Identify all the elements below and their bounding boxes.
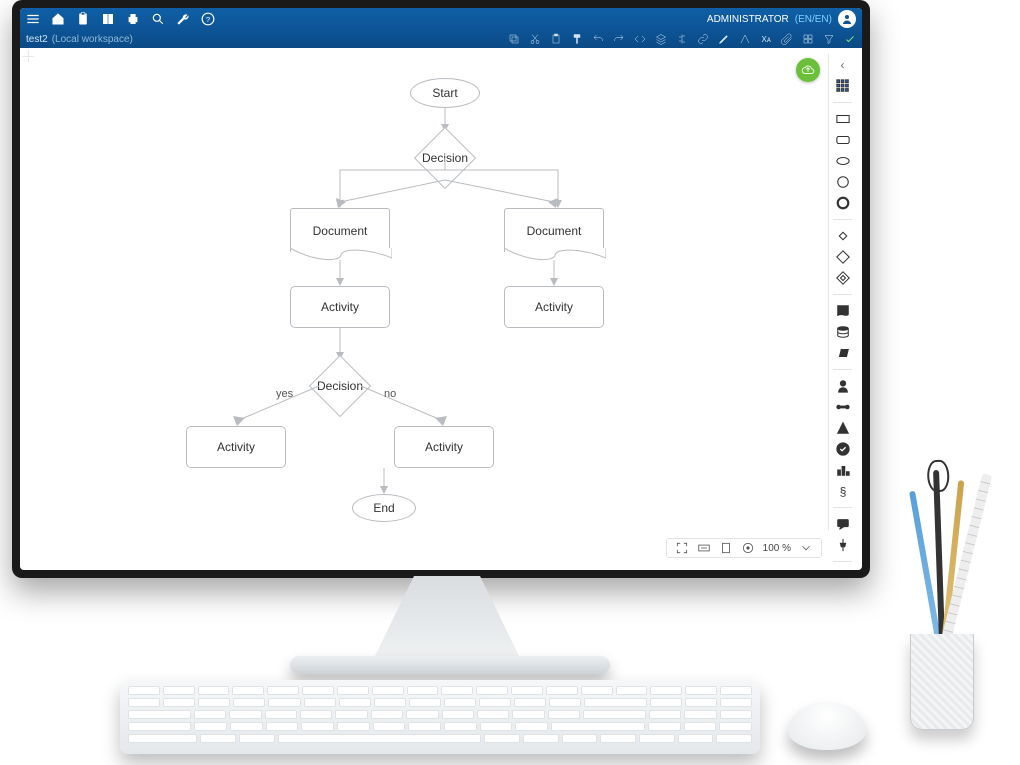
node-end[interactable]: End <box>352 494 416 522</box>
shape-connector-icon[interactable] <box>835 400 851 414</box>
node-activity-left[interactable]: Activity <box>290 286 390 328</box>
menu-icon[interactable] <box>26 12 40 26</box>
line-icon[interactable] <box>739 33 751 45</box>
shape-diamond-small-icon[interactable] <box>835 229 851 243</box>
search-icon[interactable] <box>151 12 165 26</box>
monitor-frame: ? ADMINISTRATOR (EN/EN) test2 (Local wor… <box>12 0 870 578</box>
text-icon[interactable]: Xᴀ <box>760 33 772 45</box>
book-icon[interactable] <box>101 12 115 26</box>
shape-pin-icon[interactable] <box>835 538 851 552</box>
link-icon[interactable] <box>697 33 709 45</box>
cut-icon[interactable] <box>529 33 541 45</box>
app-screen: ? ADMINISTRATOR (EN/EN) test2 (Local wor… <box>20 8 862 570</box>
attach-icon[interactable] <box>781 33 793 45</box>
node-activity-right[interactable]: Activity <box>504 286 604 328</box>
shape-callout-icon[interactable] <box>835 517 851 531</box>
help-icon[interactable]: ? <box>201 12 215 26</box>
filter-icon[interactable] <box>823 33 835 45</box>
redo-icon[interactable] <box>613 33 625 45</box>
node-start-label: Start <box>432 86 457 100</box>
node-start[interactable]: Start <box>410 78 480 108</box>
shape-ring-icon[interactable] <box>835 196 851 210</box>
pen-cup <box>900 540 984 730</box>
mouse <box>788 702 866 750</box>
wrench-icon[interactable] <box>176 12 190 26</box>
edge-no-label: no <box>384 388 396 400</box>
node-activity-bottom-left-label: Activity <box>217 440 255 454</box>
fit-screen-icon[interactable] <box>675 541 689 555</box>
zoom-target-icon[interactable] <box>741 541 755 555</box>
layers-icon[interactable] <box>655 33 667 45</box>
paste-icon[interactable] <box>550 33 562 45</box>
palette-grid-icon[interactable] <box>835 79 851 93</box>
shape-parallelogram-icon[interactable] <box>835 346 851 360</box>
node-document-right-label: Document <box>527 224 582 238</box>
shape-rect-icon[interactable] <box>835 112 851 126</box>
shape-circle-icon[interactable] <box>835 175 851 189</box>
shape-check-circle-icon[interactable] <box>835 442 851 456</box>
align-icon[interactable] <box>676 33 688 45</box>
edit-toolbar: Xᴀ <box>137 33 856 45</box>
grid-icon[interactable] <box>802 33 814 45</box>
zoom-toolbar: 100 % <box>666 538 822 558</box>
admin-label: ADMINISTRATOR <box>707 14 789 25</box>
shape-section-icon[interactable]: § <box>835 484 851 498</box>
svg-text:?: ? <box>206 15 210 24</box>
shape-rounded-rect-icon[interactable] <box>835 133 851 147</box>
code-icon[interactable] <box>634 33 646 45</box>
monitor-stand-base <box>290 656 610 674</box>
node-activity-bottom-right-label: Activity <box>425 440 463 454</box>
chevron-down-icon[interactable] <box>799 541 813 555</box>
copy-icon[interactable] <box>508 33 520 45</box>
edge-yes-label: yes <box>276 388 293 400</box>
breadcrumb-bar: test2 (Local workspace) Xᴀ <box>20 30 862 48</box>
shape-bar-chart-icon[interactable] <box>835 463 851 477</box>
keyboard <box>120 680 760 754</box>
svg-text:§: § <box>839 484 846 498</box>
shape-diamond-icon[interactable] <box>835 250 851 264</box>
shape-diamond-inset-icon[interactable] <box>835 271 851 285</box>
fit-width-icon[interactable] <box>697 541 711 555</box>
monitor-stand <box>372 576 522 662</box>
cloud-upload-button[interactable] <box>796 58 820 82</box>
workspace-label: (Local workspace) <box>52 34 133 45</box>
palette-collapse-icon[interactable]: ‹ <box>841 58 845 72</box>
print-icon[interactable] <box>126 12 140 26</box>
node-activity-right-label: Activity <box>535 300 573 314</box>
node-document-left-label: Document <box>313 224 368 238</box>
zoom-value[interactable]: 100 % <box>763 543 791 554</box>
svg-text:Xᴀ: Xᴀ <box>762 35 771 44</box>
node-activity-bottom-right[interactable]: Activity <box>394 426 494 468</box>
shape-triangle-icon[interactable] <box>835 421 851 435</box>
node-activity-left-label: Activity <box>321 300 359 314</box>
check-icon[interactable] <box>844 33 856 45</box>
shape-palette: ‹ § <box>828 54 856 530</box>
canvas[interactable]: Start Decision <box>20 48 862 570</box>
undo-icon[interactable] <box>592 33 604 45</box>
doc-name[interactable]: test2 <box>26 34 48 45</box>
shape-person-icon[interactable] <box>835 379 851 393</box>
shape-document-icon[interactable] <box>835 304 851 318</box>
node-end-label: End <box>373 501 394 515</box>
top-menu-bar: ? ADMINISTRATOR (EN/EN) <box>20 8 862 30</box>
node-document-left[interactable]: Document <box>290 208 390 252</box>
shape-database-icon[interactable] <box>835 325 851 339</box>
pencil-icon[interactable] <box>718 33 730 45</box>
shape-ellipse-icon[interactable] <box>835 154 851 168</box>
node-document-right[interactable]: Document <box>504 208 604 252</box>
format-painter-icon[interactable] <box>571 33 583 45</box>
fit-page-icon[interactable] <box>719 541 733 555</box>
home-icon[interactable] <box>51 12 65 26</box>
clipboard-icon[interactable] <box>76 12 90 26</box>
language-indicator[interactable]: (EN/EN) <box>795 14 832 25</box>
node-activity-bottom-left[interactable]: Activity <box>186 426 286 468</box>
user-avatar[interactable] <box>838 10 856 28</box>
